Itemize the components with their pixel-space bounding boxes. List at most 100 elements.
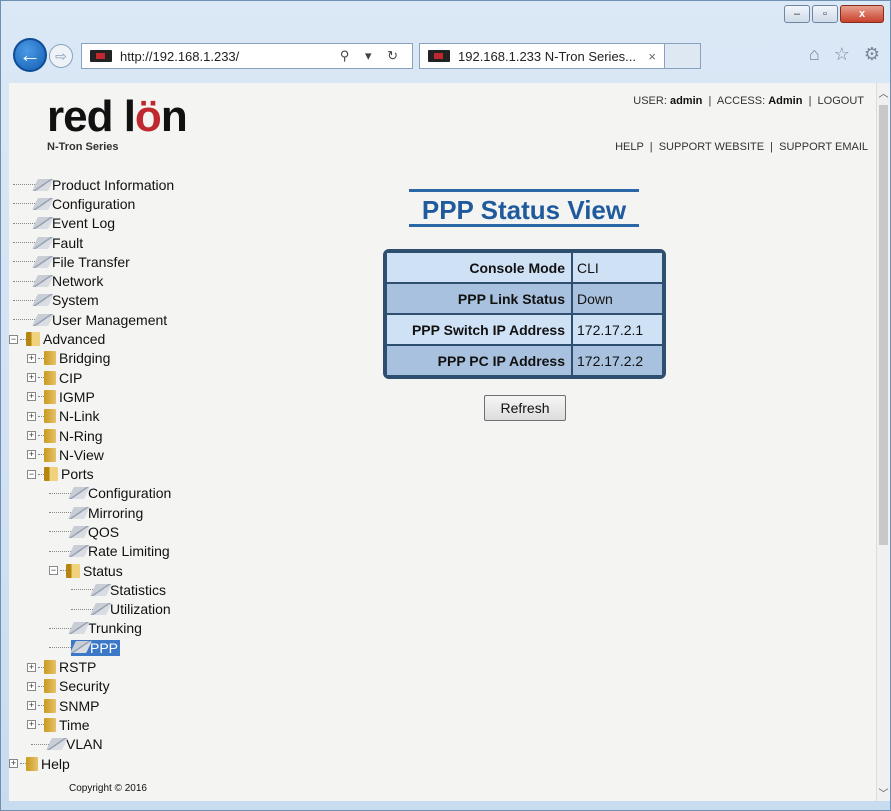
expand-icon[interactable]: +: [27, 392, 36, 402]
logo-wordmark: red lön: [47, 92, 188, 141]
help-link[interactable]: HELP: [615, 141, 644, 153]
row-label: PPP Switch IP Address: [387, 315, 571, 344]
site-favicon-icon: [90, 50, 112, 62]
folder-icon: [44, 679, 56, 694]
refresh-button[interactable]: Refresh: [484, 395, 566, 421]
vertical-scrollbar[interactable]: ︿ ﹀: [876, 83, 890, 801]
tab-title[interactable]: 192.168.1.233 N-Tron Series...: [458, 49, 648, 64]
expand-icon[interactable]: +: [27, 353, 36, 363]
tree-item-rstp[interactable]: + RSTP: [9, 657, 259, 676]
browser-window: – ▫ x ← ⇨ http://192.168.1.233/ ⚲ ▾ ↻ 19…: [0, 0, 891, 811]
tree-item-user-management[interactable]: User Management: [9, 310, 259, 329]
new-tab-button[interactable]: [665, 43, 701, 69]
redlion-logo: red lön N-Tron Series: [47, 92, 188, 154]
tree-item-vlan[interactable]: VLAN: [9, 735, 259, 754]
collapse-icon[interactable]: −: [27, 469, 36, 479]
page-icon: [68, 487, 90, 500]
page-icon: [32, 178, 54, 191]
folder-icon: [44, 351, 56, 366]
scroll-down-icon[interactable]: ﹀: [878, 785, 889, 800]
tab-close-icon[interactable]: ×: [648, 49, 656, 64]
access-value: Admin: [768, 95, 803, 107]
tree-item-system[interactable]: System: [9, 291, 259, 310]
tree-item-configuration[interactable]: Configuration: [9, 194, 259, 213]
tree-item-status-utilization[interactable]: Utilization: [9, 600, 259, 619]
scroll-up-icon[interactable]: ︿: [878, 85, 889, 100]
tree-item-fault[interactable]: Fault: [9, 233, 259, 252]
folder-icon: [44, 698, 56, 713]
expand-icon[interactable]: +: [27, 720, 36, 730]
tree-item-ports-status[interactable]: − Status: [9, 561, 259, 580]
tree-item-ports-rate-limiting[interactable]: Rate Limiting: [9, 542, 259, 561]
tree-item-n-link[interactable]: + N-Link: [9, 407, 259, 426]
tree-item-time[interactable]: + Time: [9, 715, 259, 734]
page-icon: [90, 603, 112, 616]
tree-item-igmp[interactable]: + IGMP: [9, 387, 259, 406]
logout-link[interactable]: LOGOUT: [818, 95, 864, 107]
support-email-link[interactable]: SUPPORT EMAIL: [779, 141, 868, 153]
tree-item-n-view[interactable]: + N-View: [9, 445, 259, 464]
tree-item-snmp[interactable]: + SNMP: [9, 696, 259, 715]
tree-item-cip[interactable]: + CIP: [9, 368, 259, 387]
tree-item-event-log[interactable]: Event Log: [9, 214, 259, 233]
expand-icon[interactable]: +: [27, 662, 36, 672]
page-icon: [32, 217, 54, 230]
user-bar: USER: admin | ACCESS: Admin | LOGOUT: [633, 95, 864, 107]
row-value: 172.17.2.1: [571, 315, 662, 344]
selected-item[interactable]: PPP: [70, 639, 121, 656]
tree-item-security[interactable]: + Security: [9, 677, 259, 696]
tree-item-ports-qos[interactable]: QOS: [9, 522, 259, 541]
ppp-status-table: Console Mode CLI PPP Link Status Down PP…: [383, 249, 666, 379]
support-website-link[interactable]: SUPPORT WEBSITE: [659, 141, 764, 153]
star-icon[interactable]: ☆: [834, 44, 850, 65]
expand-icon[interactable]: +: [27, 431, 36, 440]
folder-icon: [44, 447, 56, 462]
gear-icon[interactable]: ⚙: [864, 44, 880, 65]
page-icon: [68, 506, 90, 519]
page-icon: [32, 255, 54, 268]
collapse-icon[interactable]: −: [9, 334, 18, 344]
scrollbar-thumb[interactable]: [879, 105, 888, 545]
url-text[interactable]: http://192.168.1.233/: [120, 49, 340, 64]
row-label: PPP Link Status: [387, 284, 571, 313]
tree-item-product-information[interactable]: Product Information: [9, 175, 259, 194]
tree-item-help[interactable]: + Help: [9, 754, 259, 773]
help-bar: HELP | SUPPORT WEBSITE | SUPPORT EMAIL: [615, 141, 868, 153]
browser-navbar: ← ⇨ http://192.168.1.233/ ⚲ ▾ ↻ 192.168.…: [1, 34, 890, 82]
expand-icon[interactable]: +: [27, 681, 36, 691]
page-title: PPP Status View: [409, 189, 639, 227]
browser-toolbar-icons: ⌂ ☆ ⚙: [809, 44, 880, 65]
page-icon: [32, 236, 54, 249]
folder-icon: [44, 409, 56, 424]
maximize-button[interactable]: ▫: [812, 5, 838, 23]
expand-icon[interactable]: +: [27, 450, 36, 460]
table-row: PPP Switch IP Address 172.17.2.1: [387, 313, 662, 344]
address-bar[interactable]: http://192.168.1.233/ ⚲ ▾ ↻: [81, 43, 413, 69]
tree-item-ports[interactable]: − Ports: [9, 464, 259, 483]
browser-tab[interactable]: 192.168.1.233 N-Tron Series... ×: [419, 43, 665, 69]
tree-item-ports-mirroring[interactable]: Mirroring: [9, 503, 259, 522]
tree-item-file-transfer[interactable]: File Transfer: [9, 252, 259, 271]
back-button[interactable]: ←: [13, 38, 47, 72]
forward-button[interactable]: ⇨: [49, 44, 73, 68]
search-refresh-icons[interactable]: ⚲ ▾ ↻: [340, 48, 404, 64]
collapse-icon[interactable]: −: [49, 566, 58, 576]
tree-item-n-ring[interactable]: + N-Ring: [9, 426, 259, 445]
folder-icon: [26, 756, 38, 771]
expand-icon[interactable]: +: [27, 373, 36, 383]
tree-item-advanced[interactable]: − Advanced: [9, 329, 259, 348]
tree-item-ports-ppp[interactable]: PPP: [9, 638, 259, 657]
tree-item-network[interactable]: Network: [9, 271, 259, 290]
expand-icon[interactable]: +: [9, 759, 18, 769]
expand-icon[interactable]: +: [27, 411, 36, 421]
tree-item-ports-configuration[interactable]: Configuration: [9, 484, 259, 503]
tree-item-bridging[interactable]: + Bridging: [9, 349, 259, 368]
minimize-button[interactable]: –: [784, 5, 810, 23]
home-icon[interactable]: ⌂: [809, 44, 820, 65]
close-window-button[interactable]: x: [840, 5, 884, 23]
expand-icon[interactable]: +: [27, 701, 36, 711]
folder-icon: [44, 660, 56, 675]
tree-item-ports-trunking[interactable]: Trunking: [9, 619, 259, 638]
folder-open-icon: [26, 332, 40, 347]
tree-item-status-statistics[interactable]: Statistics: [9, 580, 259, 599]
